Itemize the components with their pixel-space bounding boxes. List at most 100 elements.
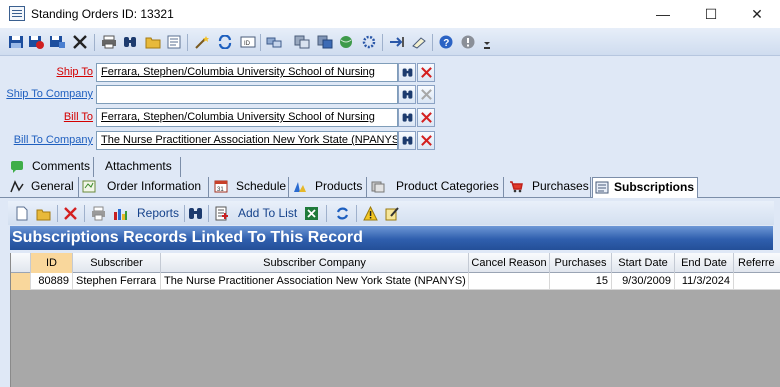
- tab-label: Schedule: [236, 179, 287, 193]
- column-header-subscriber-company[interactable]: Subscriber Company: [161, 253, 469, 273]
- info-icon[interactable]: [460, 35, 476, 49]
- column-header-subscriber[interactable]: Subscriber: [73, 253, 161, 273]
- bill-to-company-clear-button[interactable]: [417, 131, 435, 150]
- tab-comments[interactable]: Comments: [8, 157, 94, 177]
- minimize-button[interactable]: —: [640, 0, 686, 28]
- id-icon[interactable]: ID: [240, 35, 256, 49]
- cell-referrer[interactable]: [734, 273, 780, 290]
- close-button[interactable]: ✕: [734, 0, 780, 28]
- open-folder-icon[interactable]: [145, 35, 161, 49]
- bill-to-label[interactable]: Bill To: [0, 111, 93, 123]
- tab-purchases[interactable]: Purchases: [507, 177, 591, 197]
- reports-icon[interactable]: [113, 206, 128, 221]
- cell-start-date[interactable]: 9/30/2009: [612, 273, 675, 290]
- edit-icon[interactable]: [385, 206, 400, 221]
- ship-to-company-field[interactable]: [96, 85, 398, 104]
- refresh-icon[interactable]: [335, 206, 350, 221]
- help-icon[interactable]: ?: [438, 35, 454, 49]
- delete-icon[interactable]: [72, 35, 88, 49]
- copy-icon[interactable]: [266, 35, 282, 49]
- row-selector[interactable]: [11, 273, 31, 290]
- bill-to-company-label[interactable]: Bill To Company: [0, 134, 93, 146]
- add-to-list-icon[interactable]: [214, 206, 229, 221]
- bill-to-field[interactable]: Ferrara, Stephen/Columbia University Sch…: [96, 108, 398, 127]
- print-icon[interactable]: [101, 35, 117, 49]
- ship-to-clear-button[interactable]: [417, 63, 435, 82]
- comment-icon: [11, 161, 23, 173]
- cell-id[interactable]: 80889: [31, 273, 73, 290]
- cell-cancel-reason[interactable]: [469, 273, 550, 290]
- notes-tab-strip: Comments Attachments: [0, 157, 780, 177]
- subscriptions-grid[interactable]: ID Subscriber Subscriber Company Cancel …: [10, 253, 780, 387]
- maximize-button[interactable]: ☐: [688, 0, 734, 28]
- tab-label: Product Categories: [396, 179, 499, 193]
- magic-icon[interactable]: [194, 35, 210, 49]
- find-icon[interactable]: [122, 35, 138, 49]
- toolbar-separator: [208, 205, 209, 222]
- ship-to-company-lookup-button[interactable]: [398, 85, 416, 104]
- duplicate-record-icon[interactable]: [317, 35, 333, 49]
- row-selector-header: [11, 253, 31, 273]
- column-header-purchases[interactable]: Purchases: [550, 253, 612, 273]
- tab-label: Subscriptions: [614, 180, 695, 194]
- ship-to-company-clear-button[interactable]: [417, 85, 435, 104]
- bill-to-company-lookup-button[interactable]: [398, 131, 416, 150]
- ship-to-field[interactable]: Ferrara, Stephen/Columbia University Sch…: [96, 63, 398, 82]
- warning-icon[interactable]: [363, 206, 378, 221]
- ship-to-company-label[interactable]: Ship To Company: [0, 88, 93, 100]
- add-to-list-button[interactable]: Add To List: [238, 206, 297, 220]
- duplicate-icon[interactable]: [294, 35, 310, 49]
- tab-schedule[interactable]: 31 Schedule: [212, 177, 289, 197]
- ship-to-label[interactable]: Ship To: [0, 66, 94, 78]
- tab-products[interactable]: Products: [291, 177, 367, 197]
- tab-attachments[interactable]: Attachments: [97, 157, 181, 177]
- column-header-start-date[interactable]: Start Date: [612, 253, 675, 273]
- cell-purchases[interactable]: 15: [550, 273, 612, 290]
- bill-to-lookup-button[interactable]: [398, 108, 416, 127]
- column-header-id[interactable]: ID: [31, 253, 73, 273]
- tab-label: Attachments: [105, 159, 172, 173]
- settings-icon[interactable]: [361, 35, 377, 49]
- save-close-icon[interactable]: [28, 35, 44, 49]
- table-row[interactable]: 80889 Stephen Ferrara The Nurse Practiti…: [11, 273, 780, 290]
- svg-text:31: 31: [217, 187, 224, 193]
- save-icon[interactable]: [8, 35, 24, 49]
- cell-subscriber-company[interactable]: The Nurse Practitioner Association New Y…: [161, 273, 469, 290]
- cell-end-date[interactable]: 11/3/2024: [675, 273, 734, 290]
- column-header-referrer[interactable]: Referre: [734, 253, 780, 273]
- excel-icon[interactable]: [304, 206, 319, 221]
- tab-label: Purchases: [532, 179, 589, 193]
- column-header-end-date[interactable]: End Date: [675, 253, 734, 273]
- categories-icon: [371, 181, 385, 193]
- svg-text:ID: ID: [244, 41, 251, 47]
- tab-label: Order Information: [107, 179, 202, 193]
- save-new-icon[interactable]: [49, 35, 65, 49]
- refresh-icon[interactable]: [217, 35, 233, 49]
- globe-icon[interactable]: [338, 35, 354, 49]
- open-folder-icon[interactable]: [36, 206, 51, 221]
- bill-to-company-field[interactable]: The Nurse Practitioner Association New Y…: [96, 131, 398, 150]
- ship-to-lookup-button[interactable]: [398, 63, 416, 82]
- reports-button[interactable]: Reports: [137, 206, 179, 220]
- new-record-icon[interactable]: [14, 206, 29, 221]
- bill-to-clear-button[interactable]: [417, 108, 435, 127]
- tab-label: Products: [315, 179, 363, 193]
- tab-order-information[interactable]: Order Information: [80, 177, 209, 197]
- tab-general[interactable]: General: [8, 177, 79, 197]
- print-icon[interactable]: [91, 206, 106, 221]
- tab-product-categories[interactable]: Product Categories: [369, 177, 504, 197]
- column-header-cancel-reason[interactable]: Cancel Reason: [469, 253, 550, 273]
- products-icon: [294, 182, 306, 192]
- binoculars-icon: [402, 113, 413, 122]
- link-icon[interactable]: [389, 35, 405, 49]
- toolbar-separator: [326, 205, 327, 222]
- delete-icon[interactable]: [63, 206, 78, 221]
- notes-icon[interactable]: [166, 35, 182, 49]
- tab-subscriptions[interactable]: Subscriptions: [592, 177, 698, 198]
- overflow-icon[interactable]: [482, 38, 492, 52]
- find-icon[interactable]: [188, 206, 203, 221]
- binoculars-icon: [402, 136, 413, 145]
- attach-icon[interactable]: [411, 35, 427, 49]
- cart-icon: [510, 181, 523, 193]
- cell-subscriber[interactable]: Stephen Ferrara: [73, 273, 161, 290]
